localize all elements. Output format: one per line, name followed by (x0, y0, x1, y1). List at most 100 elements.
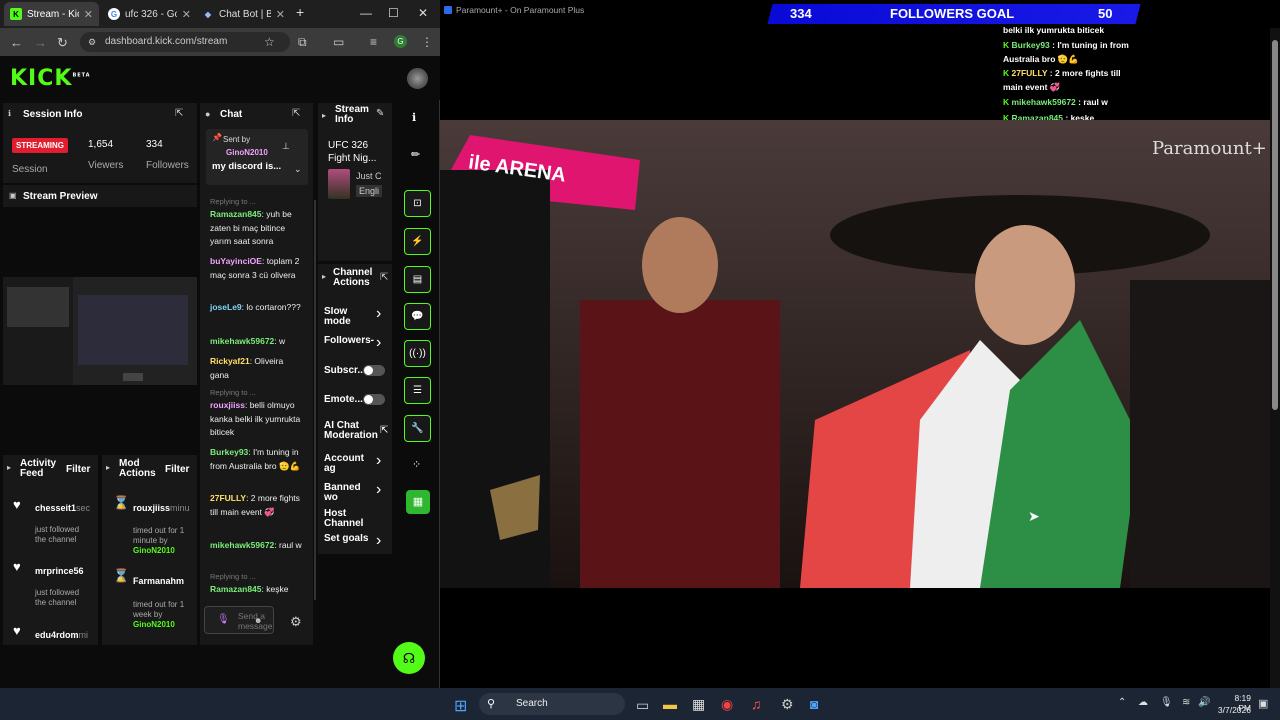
chat-scrollbar[interactable] (314, 200, 316, 600)
language-tag[interactable]: Engli (356, 185, 383, 197)
bookmark-star-icon[interactable]: ☆ (264, 35, 275, 49)
mod-filter-button[interactable]: Filter (165, 464, 189, 475)
pinned-message[interactable]: 📌 Sent by ⊥ GinoN2010 my discord is... ⌄ (206, 129, 308, 185)
support-button[interactable]: ☊ (393, 642, 425, 674)
channel-action-label[interactable]: Banned wo (324, 483, 374, 503)
chat-username[interactable]: 27FULLY (210, 493, 246, 503)
minimize-icon[interactable]: — (360, 6, 372, 20)
external-link-icon[interactable]: ⇱ (380, 425, 388, 436)
close-tab-icon[interactable]: ✕ (84, 8, 93, 21)
chat-username[interactable]: mikehawk59672 (210, 540, 274, 550)
chat-username[interactable]: joseLe9 (210, 302, 242, 312)
chat-username[interactable]: mikehawk59672 (210, 336, 274, 346)
maximize-icon[interactable]: ☐ (388, 6, 399, 20)
chevron-right-icon[interactable]: › (376, 532, 381, 550)
notification-icon[interactable]: ▣ (1258, 697, 1268, 710)
activity-user[interactable]: chesseit1sec (35, 503, 90, 513)
chevron-right-icon[interactable]: › (376, 452, 381, 470)
chat-tool-button[interactable]: 💬 (404, 303, 431, 330)
chat-input[interactable]: 🎙 Send a message ☻ (204, 606, 274, 634)
channel-action-label[interactable]: Slow mode (324, 307, 374, 327)
mic-icon[interactable]: 🎙 (217, 614, 230, 625)
task-view-icon[interactable]: ▭ (636, 697, 649, 714)
mod-by-user[interactable]: GinoN2010 (133, 620, 175, 629)
store-icon[interactable]: ▦ (692, 696, 705, 713)
taskbar-search[interactable]: Search (479, 693, 625, 715)
category-name[interactable]: Just C (356, 171, 382, 181)
pencil-icon[interactable]: ✏ (411, 148, 420, 161)
cloud-icon[interactable]: ☁ (1138, 697, 1148, 708)
chat-username[interactable]: buYayinciOE (210, 256, 262, 266)
new-tab-button[interactable]: + (296, 4, 304, 20)
channel-action-label[interactable]: Host Channel (324, 509, 374, 529)
broadcast-button[interactable]: ((·)) (404, 340, 431, 367)
start-icon[interactable]: ⊞ (454, 696, 467, 716)
mod-by-user[interactable]: GinoN2010 (133, 546, 175, 555)
toggle-switch[interactable] (363, 365, 385, 376)
chat-username[interactable]: Ramazan845 (210, 209, 262, 219)
activity-user[interactable]: mrprince56 (35, 566, 90, 576)
layout-button[interactable]: ☰ (404, 377, 431, 404)
emoji-icon[interactable]: ☻ (254, 616, 262, 625)
channel-action-label[interactable]: Account ag (324, 454, 374, 474)
tab-google-search[interactable]: G ufc 326 - Goo ✕ (102, 2, 197, 26)
chevron-right-icon[interactable]: › (376, 334, 381, 352)
chevron-right-icon[interactable]: › (376, 305, 381, 323)
close-tab-icon[interactable]: ✕ (276, 8, 285, 21)
url-field[interactable]: ⚙ dashboard.kick.com/stream (80, 32, 290, 52)
category-thumbnail[interactable] (328, 169, 350, 199)
music-icon[interactable]: ♫ (751, 696, 762, 712)
volume-icon[interactable]: 🔊 (1198, 697, 1210, 708)
dots-icon[interactable]: ⁘ (412, 458, 421, 471)
wifi-icon[interactable]: ≋ (1182, 697, 1190, 708)
file-explorer-icon[interactable]: ▬ (663, 696, 677, 712)
pinned-user[interactable]: GinoN2010 (226, 148, 268, 157)
unpin-icon[interactable]: ⊥ (282, 141, 290, 152)
cast-icon[interactable]: ▭ (333, 35, 344, 49)
channel-action-label[interactable]: Followers- (324, 336, 374, 346)
mod-user[interactable]: Farmanahm (133, 576, 191, 586)
popout-icon[interactable]: ⇱ (292, 108, 300, 119)
chat-username[interactable]: Ramazan845 (210, 584, 262, 594)
chevron-down-icon[interactable]: ⌄ (294, 164, 302, 175)
tray-chevron-icon[interactable]: ⌃ (1118, 697, 1126, 708)
chrome-icon[interactable]: ◉ (721, 696, 733, 713)
close-window-icon[interactable]: ✕ (418, 6, 428, 20)
site-info-icon[interactable]: ⚙ (88, 32, 96, 52)
tools-button[interactable]: 🔧 (404, 415, 431, 442)
reading-list-icon[interactable]: ≡ (370, 35, 377, 49)
channel-action-label[interactable]: AI Chat Moderation (324, 421, 378, 441)
video-player[interactable]: ile ARENA Paramount+ ➤ (440, 120, 1270, 588)
tab-chat-bot[interactable]: ◆ Chat Bot | Bo ✕ (196, 2, 291, 26)
info-circle-icon[interactable]: ℹ (412, 111, 416, 124)
mic-tray-icon[interactable]: 🎙 (1160, 697, 1173, 708)
kick-logo[interactable]: KICKBETA (10, 66, 91, 91)
menu-kebab-icon[interactable]: ⋮ (421, 35, 433, 49)
edit-pencil-icon[interactable]: ✎ (376, 108, 384, 119)
stream-preview-thumbnail[interactable] (3, 277, 197, 385)
chat-username[interactable]: Rickyaf21 (210, 356, 250, 366)
popout-icon[interactable]: ⇱ (380, 272, 388, 283)
activity-user[interactable]: edu4rdommi (35, 630, 90, 640)
app-window-icon[interactable]: ◙ (810, 696, 818, 712)
app-button[interactable]: ▦ (406, 490, 430, 514)
notes-button[interactable]: ▤ (404, 266, 431, 293)
close-tab-icon[interactable]: ✕ (182, 8, 191, 21)
forward-icon[interactable]: → (34, 35, 47, 50)
user-avatar[interactable] (407, 68, 428, 89)
extensions-icon[interactable]: ⧉ (298, 35, 307, 50)
scrollbar-thumb[interactable] (1272, 40, 1278, 410)
clock-date[interactable]: 3/7/2026 (1216, 705, 1251, 715)
chat-username[interactable]: rouxjiiss (210, 400, 245, 410)
activity-filter-button[interactable]: Filter (66, 464, 90, 475)
channel-action-label[interactable]: Set goals (324, 534, 374, 544)
chat-settings-icon[interactable]: ⚙ (290, 614, 302, 630)
tab-kick-stream[interactable]: K Stream - Kick ✕ (4, 2, 99, 26)
mod-user[interactable]: rouxjiissminu (133, 503, 191, 513)
chevron-right-icon[interactable]: › (376, 481, 381, 499)
screenshot-button[interactable]: ⊡ (404, 190, 431, 217)
lightning-button[interactable]: ⚡ (404, 228, 431, 255)
back-icon[interactable]: ← (10, 35, 23, 50)
profile-avatar-icon[interactable]: G (394, 35, 407, 48)
toggle-switch[interactable] (363, 394, 385, 405)
